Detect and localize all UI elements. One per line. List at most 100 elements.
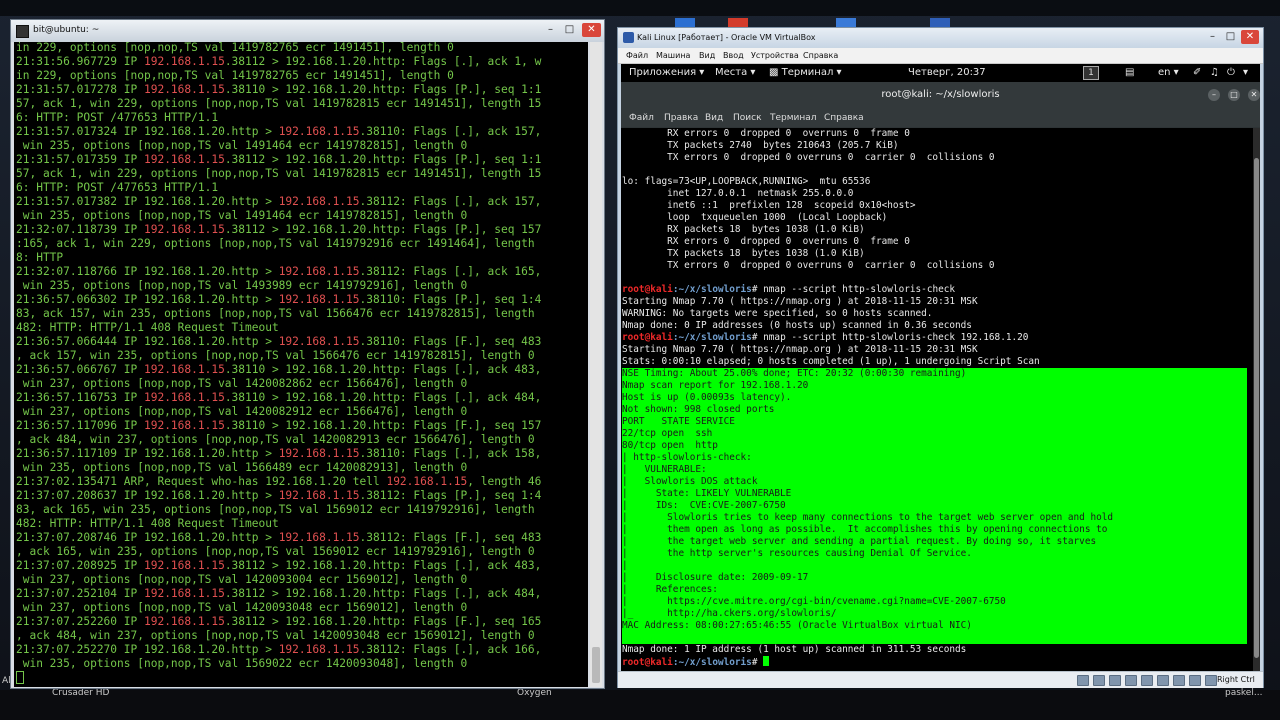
places-menu[interactable]: Места ▾	[715, 67, 755, 78]
highlighted-output-line: | State: LIKELY VULNERABLE	[622, 488, 1247, 500]
guest-screen[interactable]: Приложения ▾ Места ▾ ▩ Терминал ▾ Четвер…	[621, 64, 1260, 681]
recording-icon[interactable]	[1189, 675, 1201, 686]
terminal-output[interactable]: RX errors 0 dropped 0 overruns 0 frame 0…	[621, 128, 1253, 681]
activities-applications-menu[interactable]: Приложения ▾	[629, 67, 704, 78]
virtualbox-window[interactable]: Kali Linux [Работает] - Oracle VM Virtua…	[617, 27, 1264, 688]
line-text: | References:	[622, 584, 718, 595]
line-text: .38112 > 192.168.1.20.http: Flags [F.], …	[224, 615, 542, 628]
keyboard-layout[interactable]: en ▾	[1158, 67, 1179, 78]
gnome-top-bar: Приложения ▾ Места ▾ ▩ Терминал ▾ Четвер…	[621, 64, 1260, 82]
optical-drive-icon[interactable]	[1093, 675, 1105, 686]
terminal-headerbar[interactable]: root@kali: ~/x/slowloris – □ ✕	[621, 82, 1260, 110]
vb-menu-input[interactable]: Ввод	[723, 51, 744, 60]
line-text: .38110: Flags [P.], seq 1:4	[359, 293, 542, 306]
network-icon[interactable]: ▤	[1125, 67, 1134, 78]
maximize-button[interactable]: □	[1228, 89, 1240, 101]
xterm-line: 21:36:57.117096 IP 192.168.1.15.38110 > …	[16, 419, 541, 433]
xterm-line: win 237, options [nop,nop,TS val 1420093…	[16, 601, 541, 615]
vb-menu-machine[interactable]: Машина	[656, 51, 690, 60]
term-menu-edit[interactable]: Правка	[664, 113, 698, 123]
line-text: 21:32:07.118766 IP 192.168.1.20.http >	[16, 265, 279, 278]
line-text: 21:37:07.208637 IP 192.168.1.20.http >	[16, 489, 279, 502]
line-text: loop txqueuelen 1000 (Local Loopback)	[622, 212, 888, 223]
line-text: 21:37:07.252270 IP 192.168.1.20.http >	[16, 643, 279, 656]
line-text: | VULNERABLE:	[622, 464, 707, 475]
line-text: 21:37:07.252104 IP	[16, 587, 144, 600]
xterm-line: 21:32:07.118766 IP 192.168.1.20.http > 1…	[16, 265, 541, 279]
network-adapter-icon[interactable]	[1125, 675, 1137, 686]
terminal-line: RX packets 18 bytes 1038 (1.0 KiB)	[622, 224, 1247, 236]
xterm-titlebar[interactable]: bit@ubuntu: ~ – □ ✕	[11, 20, 604, 42]
term-menu-view[interactable]: Вид	[705, 113, 723, 123]
power-icon[interactable]: ⏻	[1227, 67, 1235, 78]
close-button[interactable]: ✕	[1241, 30, 1259, 44]
minimize-button[interactable]: –	[1205, 30, 1220, 44]
terminal-line: TX errors 0 dropped 0 overruns 0 carrier…	[622, 152, 1247, 164]
line-text: .38112 > 192.168.1.20.http: Flags [P.], …	[224, 223, 542, 236]
terminal-scrollbar[interactable]	[1253, 128, 1260, 681]
line-text: PORT STATE SERVICE	[622, 416, 735, 427]
term-menu-search[interactable]: Поиск	[733, 113, 762, 123]
prompt-user: root@kali	[622, 332, 673, 343]
xterm-window[interactable]: bit@ubuntu: ~ – □ ✕ in 229, options [nop…	[10, 19, 605, 689]
maximize-button[interactable]: □	[1223, 30, 1238, 44]
line-text: .38112: Flags [.], ack 166,	[359, 643, 542, 656]
mouse-integration-icon[interactable]	[1205, 675, 1217, 686]
gnome-terminal-window[interactable]: root@kali: ~/x/slowloris – □ ✕ Файл Прав…	[621, 82, 1260, 681]
shared-folders-icon[interactable]	[1157, 675, 1169, 686]
terminal-icon	[16, 25, 29, 38]
line-text: | Disclosure date: 2009-09-17	[622, 572, 809, 583]
line-text: 21:37:07.208925 IP	[16, 559, 144, 572]
vb-menu-help[interactable]: Справка	[803, 51, 838, 60]
close-button[interactable]: ✕	[1248, 89, 1260, 101]
usb-icon[interactable]	[1141, 675, 1153, 686]
highlighted-output-line: |	[622, 560, 1247, 572]
text-cursor	[16, 671, 24, 684]
xterm-output[interactable]: in 229, options [nop,nop,TS val 14197827…	[14, 42, 588, 687]
xterm-scrollbar[interactable]	[590, 42, 602, 687]
highlighted-output-line: Nmap scan report for 192.168.1.20	[622, 380, 1247, 392]
line-text: 21:36:57.066302 IP 192.168.1.20.http >	[16, 293, 279, 306]
terminal-app-menu[interactable]: ▩ Терминал ▾	[769, 67, 842, 78]
scrollbar-thumb[interactable]	[1254, 158, 1259, 658]
close-button[interactable]: ✕	[582, 23, 601, 37]
virtualbox-titlebar[interactable]: Kali Linux [Работает] - Oracle VM Virtua…	[618, 28, 1263, 48]
xterm-line: win 235, options [nop,nop,TS val 1491464…	[16, 139, 541, 153]
maximize-button[interactable]: □	[562, 23, 577, 37]
tools-icon[interactable]: ✐	[1193, 67, 1201, 78]
minimize-button[interactable]: –	[543, 23, 558, 37]
source-ip: 192.168.1.15	[143, 223, 225, 236]
chevron-down-icon[interactable]: ▾	[1243, 67, 1248, 78]
audio-icon[interactable]	[1109, 675, 1121, 686]
line-text: RX packets 18 bytes 1038 (1.0 KiB)	[622, 224, 865, 235]
term-menu-file[interactable]: Файл	[629, 113, 654, 123]
line-text: .38110 > 192.168.1.20.http: Flags [.], a…	[224, 363, 542, 376]
virtualbox-icon	[623, 32, 634, 43]
line-text: 83, ack 157, win 235, options [nop,nop,T…	[16, 307, 535, 320]
line-text: 57, ack 1, win 229, options [nop,nop,TS …	[16, 167, 542, 180]
highlighted-output-line: MAC Address: 08:00:27:65:46:55 (Oracle V…	[622, 620, 1247, 632]
volume-icon[interactable]: ♫	[1210, 67, 1219, 78]
line-text: | the http server's resources causing De…	[622, 548, 972, 559]
terminal-app-label: Терминал ▾	[781, 67, 842, 78]
vb-menu-devices[interactable]: Устройства	[751, 51, 799, 60]
terminal-line: Nmap done: 0 IP addresses (0 hosts up) s…	[622, 320, 1247, 332]
scrollbar-thumb[interactable]	[592, 647, 600, 683]
xterm-line: 6: HTTP: POST /477653 HTTP/1.1	[16, 181, 541, 195]
display-icon[interactable]	[1173, 675, 1185, 686]
xterm-line: win 237, options [nop,nop,TS val 1420082…	[16, 405, 541, 419]
minimize-button[interactable]: –	[1208, 89, 1220, 101]
line-text: .38110 > 192.168.1.20.http: Flags [.], a…	[224, 391, 542, 404]
prompt-path: :~/x/slowloris	[672, 284, 752, 295]
line-text: TX errors 0 dropped 0 overruns 0 carrier…	[622, 152, 995, 163]
workspace-indicator[interactable]: 1	[1083, 66, 1099, 80]
term-menu-help[interactable]: Справка	[824, 113, 864, 123]
line-text: 8: HTTP	[16, 251, 64, 264]
clock[interactable]: Четверг, 20:37	[908, 67, 986, 78]
line-text: .38110 > 192.168.1.20.http: Flags [F.], …	[224, 419, 542, 432]
vb-menu-file[interactable]: Файл	[626, 51, 648, 60]
hdd-icon[interactable]	[1077, 675, 1089, 686]
term-menu-terminal[interactable]: Терминал	[770, 113, 817, 123]
vb-menu-view[interactable]: Вид	[699, 51, 715, 60]
